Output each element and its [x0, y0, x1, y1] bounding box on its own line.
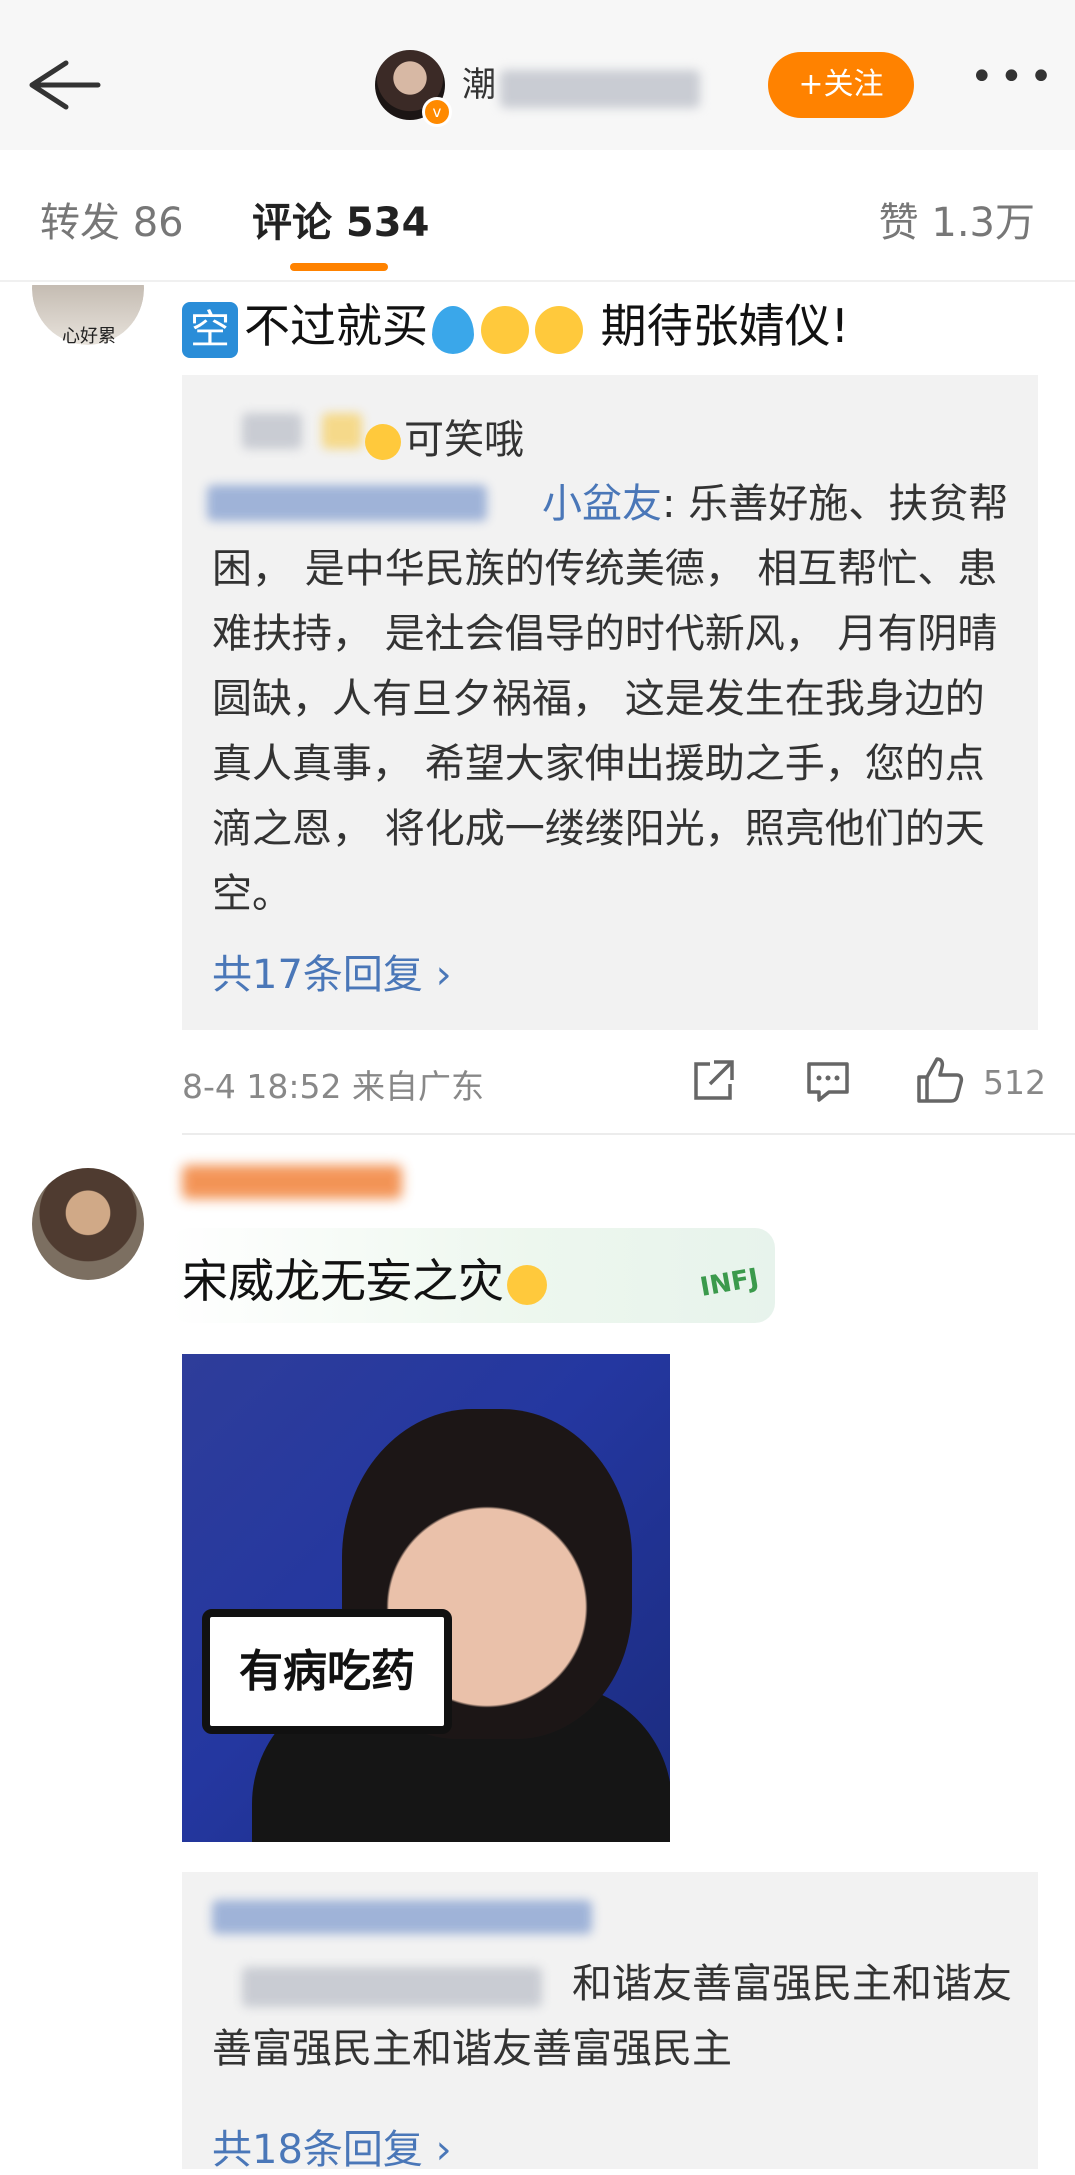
- comment-meta: 8-4 18:52 来自广东: [182, 1067, 484, 1106]
- tab-comment[interactable]: 评论 534: [252, 190, 429, 248]
- image-sign: 有病吃药: [202, 1609, 452, 1734]
- comment-text-content: 宋威龙无妄之灾: [182, 1254, 504, 1308]
- reply-thread[interactable]: 和谐友善富强民主和谐友善富强民主和谐友善富强民主 共18条回复 ›: [182, 1872, 1038, 2173]
- blurred-reply-user: [212, 1900, 592, 1934]
- tab-like[interactable]: 赞 1.3万: [879, 190, 1035, 248]
- crying-face-icon: [481, 305, 529, 354]
- like-count: 512: [983, 1063, 1046, 1102]
- author-name-text: 潮: [462, 65, 496, 105]
- back-arrow-icon[interactable]: [22, 55, 102, 115]
- follow-button[interactable]: +关注: [768, 52, 914, 118]
- view-replies-link[interactable]: 共18条回复 ›: [212, 2117, 452, 2175]
- thumbs-up-icon[interactable]: [915, 1055, 965, 1105]
- blurred-commenter-name[interactable]: [182, 1165, 402, 1199]
- tab-repost[interactable]: 转发 86: [40, 190, 184, 248]
- reply-line-1: 可笑哦: [362, 407, 524, 465]
- view-replies-link[interactable]: 共17条回复 ›: [212, 942, 452, 1000]
- sweat-drop-icon: [432, 305, 474, 354]
- share-icon[interactable]: [690, 1058, 736, 1104]
- tab-bar: 转发 86 评论 534 赞 1.3万: [0, 150, 1075, 282]
- reply-body: 小盆友: 乐善好施、扶贫帮困， 是中华民族的传统美德， 相互帮忙、患难扶持， 是…: [212, 472, 1012, 927]
- active-tab-indicator: [290, 263, 388, 271]
- kong-emoji-icon: 空: [182, 301, 238, 358]
- top-bar: v 潮 +关注 •••: [0, 0, 1075, 151]
- comment-text: 空不过就买 期待张婧仪!: [182, 296, 849, 358]
- commenter-avatar[interactable]: [32, 1168, 144, 1280]
- crying-face-icon: [535, 305, 583, 354]
- reply-thread[interactable]: 可笑哦 小盆友: 乐善好施、扶贫帮困， 是中华民族的传统美德， 相互帮忙、患难扶…: [182, 375, 1038, 1030]
- comment-icon[interactable]: [805, 1058, 851, 1104]
- verified-badge-icon: v: [422, 97, 452, 127]
- shrug-emoji-icon: [507, 1264, 547, 1305]
- reply-body-text: : 乐善好施、扶贫帮困， 是中华民族的传统美德， 相互帮忙、患难扶持， 是社会倡…: [212, 481, 1009, 917]
- reply-line-1-text: 可笑哦: [404, 417, 524, 463]
- comment-text-part-a: 不过就买: [244, 299, 428, 353]
- reply-body: 和谐友善富强民主和谐友善富强民主和谐友善富强民主: [212, 1952, 1022, 2082]
- reply-user-link[interactable]: 小盆友: [542, 481, 662, 527]
- blurred-emoji: [322, 413, 362, 449]
- blurred-name: [500, 70, 700, 108]
- reply-body-text: 和谐友善富强民主和谐友善富强民主和谐友善富强民主: [212, 1961, 1012, 2072]
- divider: [182, 1133, 1075, 1135]
- more-options-icon[interactable]: •••: [970, 57, 1053, 112]
- blurred-reply-user: [242, 413, 302, 449]
- crying-face-icon: [365, 424, 401, 460]
- comment-image[interactable]: 有病吃药: [182, 1354, 670, 1842]
- comment-text-part-b: 期待张婧仪!: [586, 299, 850, 353]
- avatar-caption: 心好累: [62, 326, 116, 347]
- author-name[interactable]: 潮: [462, 63, 496, 107]
- comment-text: 宋威龙无妄之灾: [182, 1245, 550, 1311]
